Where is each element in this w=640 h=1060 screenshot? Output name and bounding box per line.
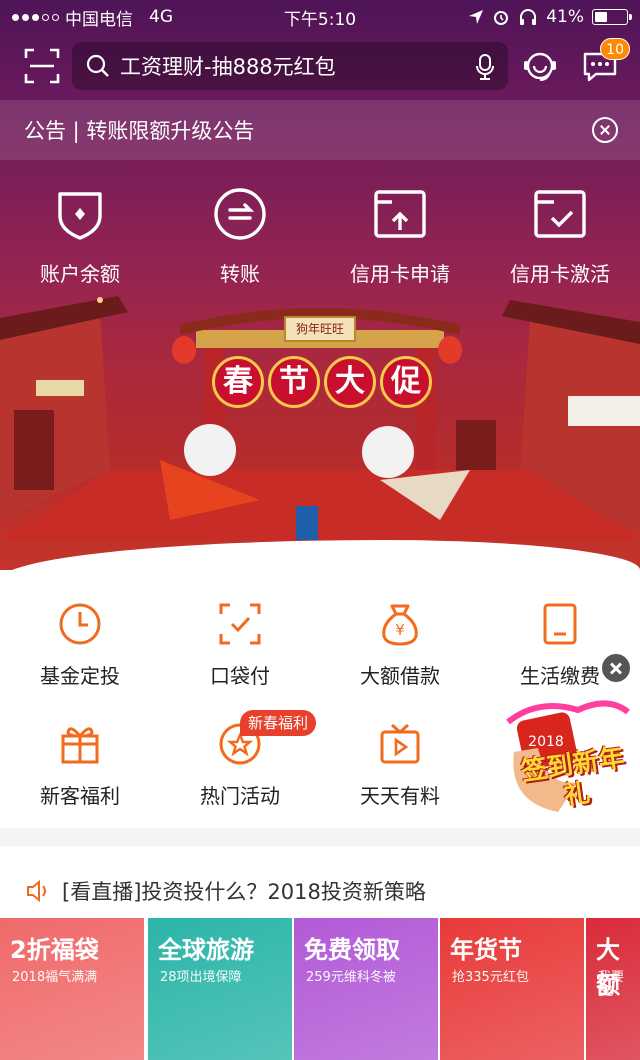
announcement-text: 公告 | 转账限额升级公告 (24, 119, 255, 143)
tv-play-icon (380, 723, 420, 764)
microphone-icon[interactable] (476, 54, 494, 80)
close-promo-icon[interactable] (600, 652, 632, 684)
quick-action-balance[interactable]: 账户余额 (0, 186, 160, 296)
messages-button[interactable]: 10 (580, 38, 630, 86)
announcement-bar[interactable]: 公告 | 转账限额升级公告 (0, 100, 640, 160)
service-label: 生活缴费 (520, 664, 600, 688)
speaker-icon (27, 880, 46, 902)
phone-bill-icon (543, 603, 577, 645)
promo-card-free-quilt[interactable]: 免费领取 259元维科冬被 (294, 918, 438, 1060)
quick-actions: 账户余额 转账 信用卡申请 信用卡激活 (0, 186, 640, 296)
location-icon (469, 10, 484, 24)
promo-card-new-year-goods[interactable]: 年货节 抢335元红包 (440, 918, 584, 1060)
promo-year: 2018 (528, 734, 564, 750)
quick-action-card-apply[interactable]: 信用卡申请 (320, 186, 480, 296)
service-pocket-pay[interactable]: 口袋付 (160, 602, 320, 689)
banner-char: 促 (380, 356, 432, 408)
promo-card-large-loan[interactable]: 大额 我要50 (586, 918, 640, 1060)
scan-icon[interactable] (24, 48, 60, 84)
clock-icon (59, 603, 101, 645)
service-label: 热门活动 (200, 784, 280, 808)
carrier-name: 中国电信 (65, 9, 133, 30)
battery-percent: 41% (546, 7, 584, 27)
network-type: 4G (149, 7, 173, 27)
banner-char: 春 (212, 356, 264, 408)
status-bar: 中国电信 4G 下午5:10 41% (0, 0, 640, 34)
banner-char: 节 (268, 356, 320, 408)
card-title: 全球旅游 (158, 936, 254, 964)
promo-cards: 2折福袋 2018福气满满 全球旅游 28项出境保障 免费领取 259元维科冬被… (0, 918, 640, 1060)
quick-action-label: 转账 (220, 262, 260, 286)
card-subtitle: 我要50 (598, 970, 625, 1000)
live-headline-text: [看直播]投资投什么？2018投资新策略 (62, 880, 426, 904)
service-label: 天天有料 (360, 784, 440, 808)
message-badge: 10 (600, 38, 630, 60)
card-subtitle: 抢335元红包 (452, 970, 529, 985)
service-label: 新客福利 (40, 784, 120, 808)
search-row: 工资理财-抽888元红包 10 (0, 38, 640, 94)
header-hero: 中国电信 4G 下午5:10 41% 工资理财-抽888元红包 10 公告 | … (0, 0, 640, 570)
card-subtitle: 259元维科冬被 (306, 970, 396, 985)
card-activate-icon (534, 190, 586, 238)
signal-icon (12, 13, 59, 21)
quick-action-label: 信用卡激活 (510, 262, 610, 286)
live-headline[interactable]: [看直播]投资投什么？2018投资新策略 (26, 876, 426, 906)
battery-icon (592, 9, 632, 25)
card-apply-icon (374, 190, 426, 238)
svg-text:¥: ¥ (395, 621, 405, 639)
quick-action-card-activate[interactable]: 信用卡激活 (480, 186, 640, 296)
live-section: [看直播]投资投什么？2018投资新策略 2折福袋 2018福气满满 全球旅游 … (0, 846, 640, 1060)
gate-sign: 狗年旺旺 (284, 316, 356, 342)
wallet-icon (58, 192, 102, 240)
quick-action-label: 账户余额 (40, 262, 120, 286)
scan-pay-icon (219, 603, 261, 645)
service-label: 大额借款 (360, 664, 440, 688)
card-title: 年货节 (450, 936, 522, 964)
quick-action-label: 信用卡申请 (350, 262, 450, 286)
promo-card-lucky-bag[interactable]: 2折福袋 2018福气满满 (0, 918, 144, 1060)
banner-char: 大 (324, 356, 376, 408)
service-label: 口袋付 (210, 664, 270, 688)
banner-title: 春 节 大 促 (212, 356, 432, 408)
headphones-icon (520, 9, 537, 25)
customer-service-icon[interactable] (520, 46, 560, 86)
transfer-icon (214, 188, 266, 240)
card-subtitle: 28项出境保障 (160, 970, 242, 985)
alarm-icon (494, 11, 509, 25)
service-new-customer[interactable]: 新客福利 (0, 722, 160, 809)
card-title: 免费领取 (304, 936, 400, 964)
search-icon (86, 54, 109, 77)
quick-action-transfer[interactable]: 转账 (160, 186, 320, 296)
new-year-welfare-tag: 新春福利 (240, 710, 317, 736)
search-input[interactable]: 工资理财-抽888元红包 (72, 42, 508, 90)
gift-icon (61, 727, 99, 764)
card-subtitle: 2018福气满满 (12, 970, 98, 985)
close-announcement-icon[interactable] (592, 117, 618, 143)
service-daily-news[interactable]: 天天有料 (320, 722, 480, 809)
service-label: 基金定投 (40, 664, 120, 688)
promo-card-travel[interactable]: 全球旅游 28项出境保障 (148, 918, 292, 1060)
money-bag-icon: ¥ (382, 604, 418, 646)
service-fund-investment[interactable]: 基金定投 (0, 602, 160, 689)
search-placeholder: 工资理财-抽888元红包 (120, 55, 336, 79)
card-title: 2折福袋 (10, 936, 99, 964)
service-large-loan[interactable]: ¥ 大额借款 (320, 602, 480, 689)
